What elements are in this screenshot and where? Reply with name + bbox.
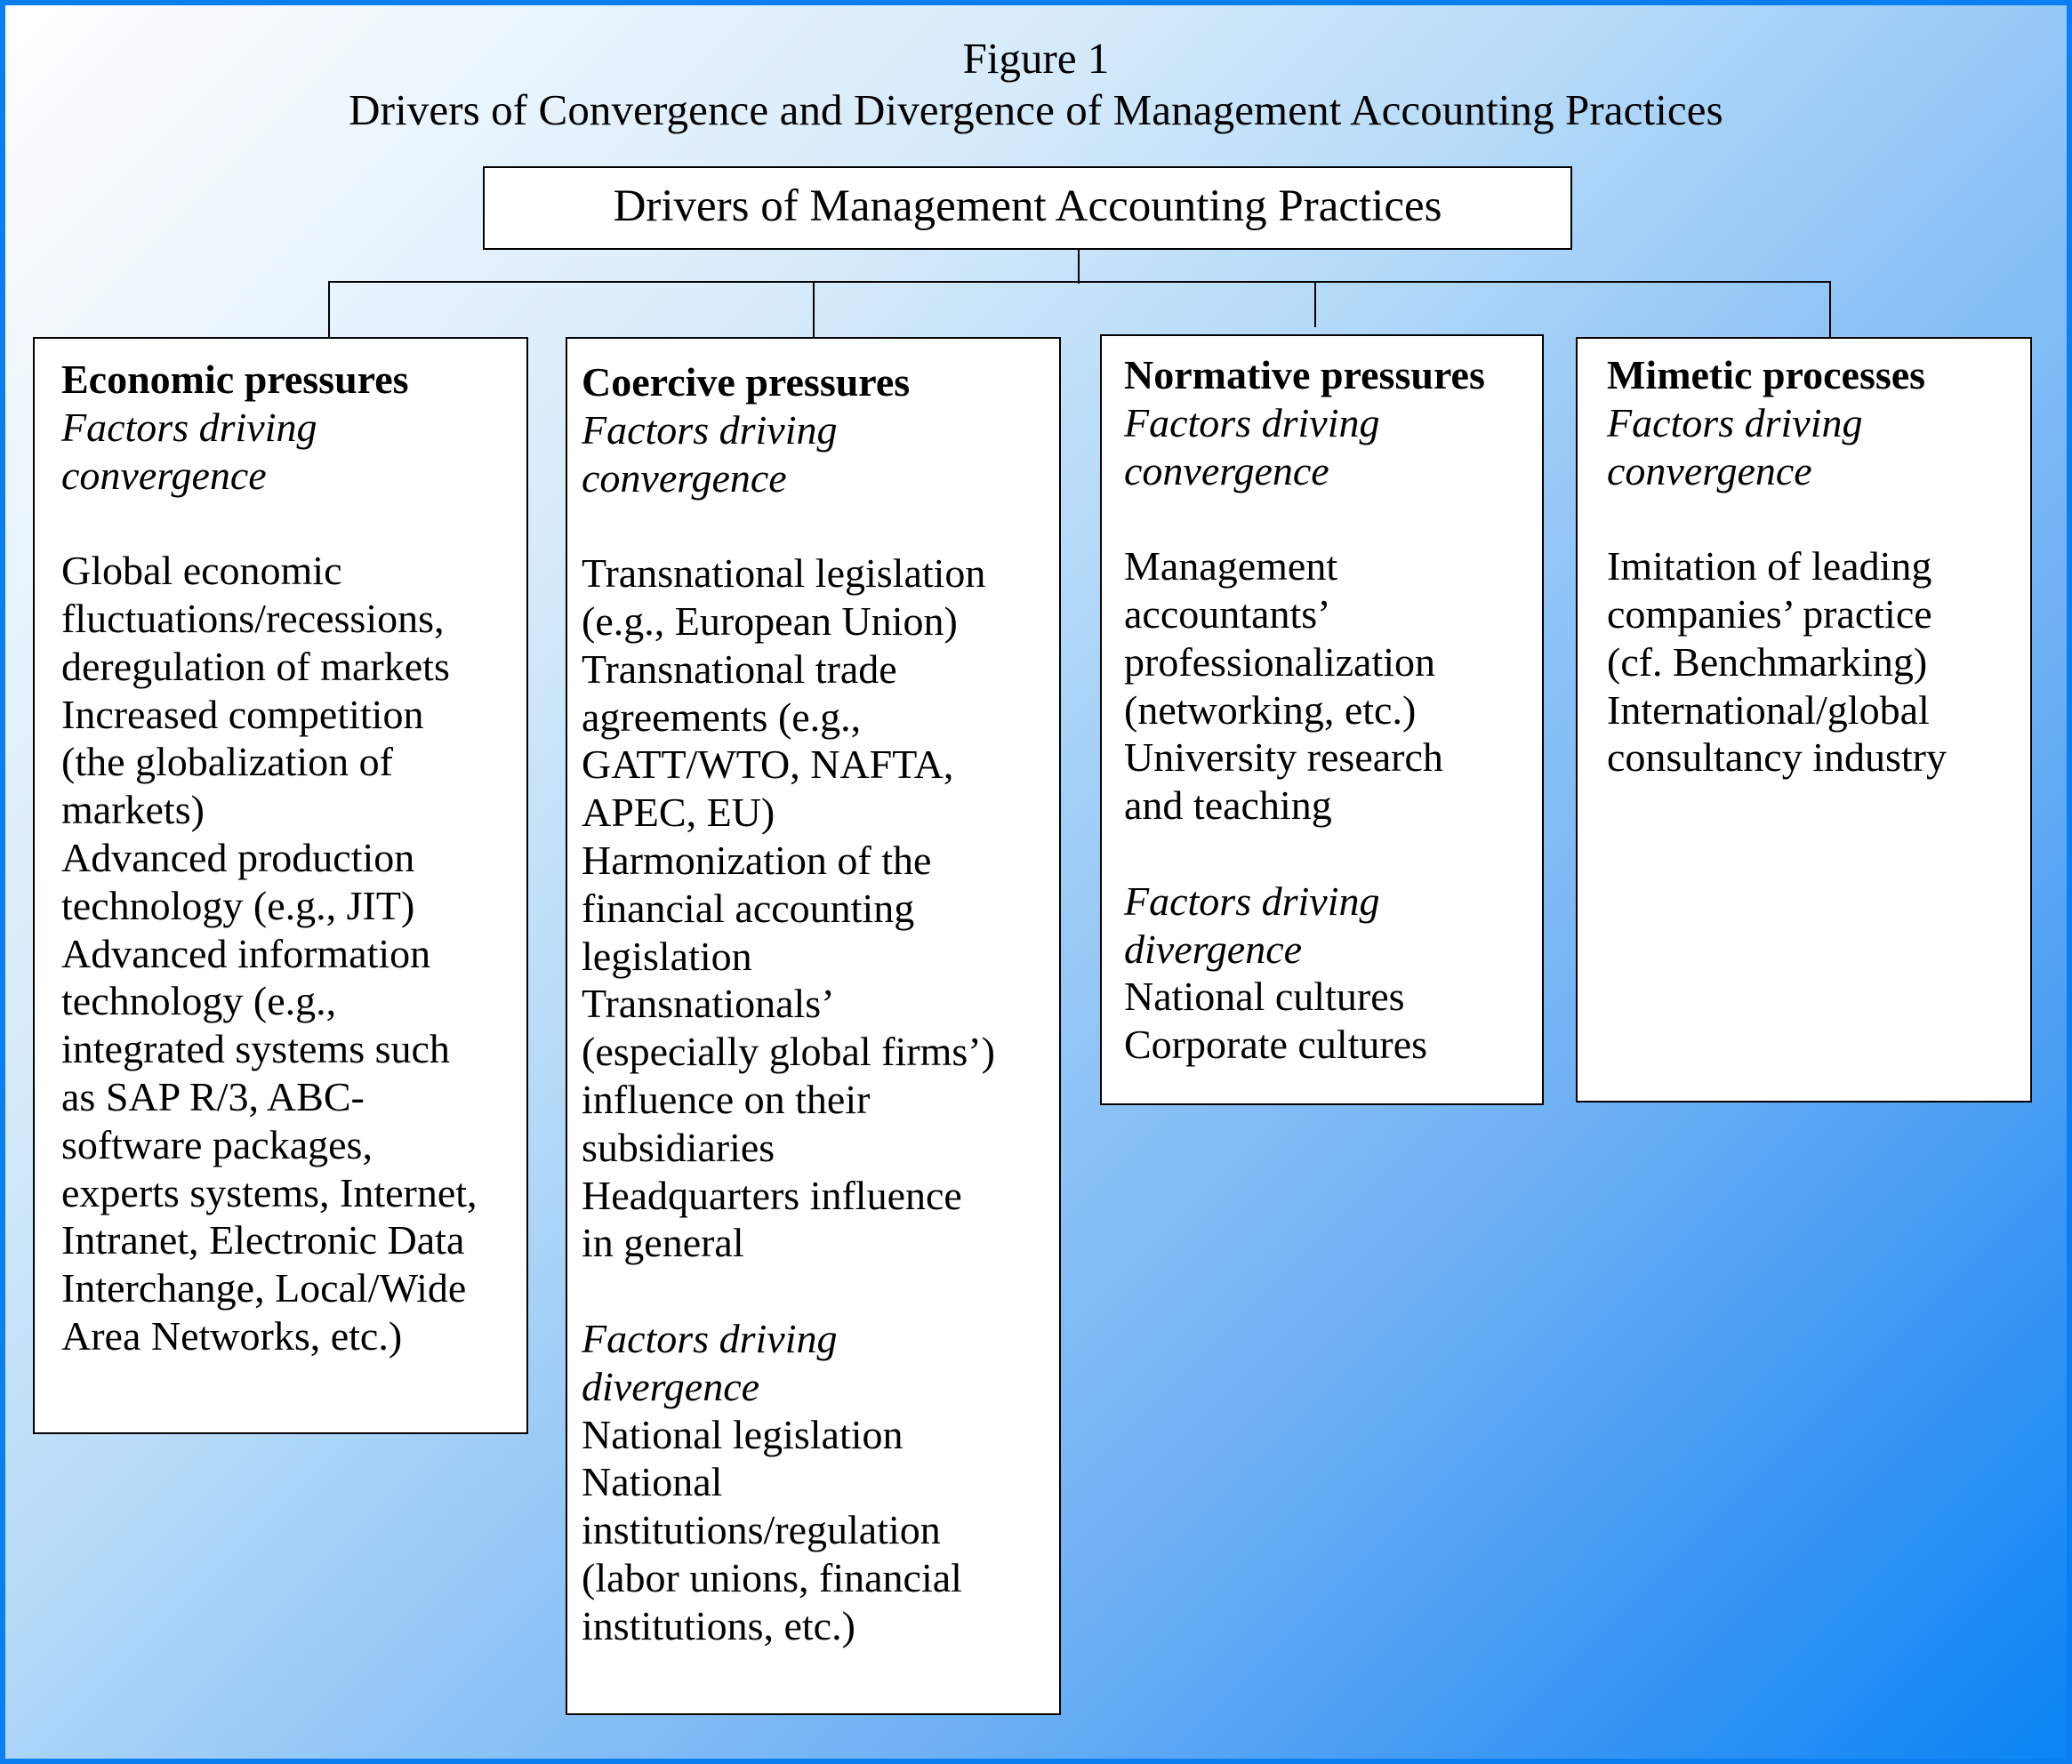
factor-item: consultancy industry	[1607, 734, 1947, 781]
factor-item: Increased competition	[61, 691, 424, 737]
figure-label: Figure 1	[962, 34, 1110, 83]
factor-item: Intranet, Electronic Data	[61, 1217, 465, 1263]
factor-item: Transnationals’	[582, 981, 835, 1027]
factors-subheading: convergence	[1124, 447, 1329, 493]
column-heading: Economic pressures	[61, 357, 409, 402]
connector-to-normative	[1314, 283, 1316, 327]
factor-item: as SAP R/3, ABC-	[61, 1073, 365, 1119]
factor-item: Harmonization of the	[582, 837, 932, 883]
figure-title: Drivers of Convergence and Divergence of…	[349, 85, 1723, 134]
node-mimetic-processes: Mimetic processes Factors driving converge…	[1576, 337, 2032, 1102]
factor-item: GATT/WTO, NAFTA,	[582, 742, 954, 788]
factor-item: experts systems, Internet,	[61, 1169, 478, 1215]
factor-item: technology (e.g.,	[61, 978, 337, 1024]
factors-subheading: Factors driving	[582, 406, 838, 453]
factor-item: (especially global firms’)	[582, 1029, 995, 1075]
factors-subheading: divergence	[1124, 926, 1303, 972]
factor-item: Advanced information	[61, 930, 431, 976]
column-heading: Normative pressures	[1124, 352, 1485, 397]
root-node-drivers: Drivers of Management Accounting Practic…	[483, 166, 1572, 250]
column-heading: Mimetic processes	[1607, 352, 1926, 397]
factor-item: (e.g., European Union)	[582, 597, 958, 644]
factor-item: Management	[1124, 543, 1338, 589]
factor-item: Advanced production	[61, 834, 415, 880]
node-economic-pressures: Economic pressures Factors driving converg…	[33, 337, 528, 1434]
factor-item: Headquarters influence	[582, 1172, 962, 1218]
factor-item: National legislation	[582, 1411, 903, 1457]
factor-item: fluctuations/recessions,	[61, 595, 445, 641]
factor-item: (labor unions, financial	[582, 1554, 962, 1600]
factor-item: National	[582, 1459, 723, 1505]
factor-item: software packages,	[61, 1121, 373, 1167]
factor-item: agreements (e.g.,	[582, 694, 862, 740]
factor-item: financial accounting	[582, 885, 915, 931]
factors-subheading: divergence	[582, 1363, 760, 1409]
factor-item: Imitation of leading	[1607, 543, 1932, 589]
factor-item: Interchange, Local/Wide	[61, 1265, 467, 1311]
factor-item: Transnational trade	[582, 645, 897, 692]
factor-item: technology (e.g., JIT)	[61, 882, 415, 928]
factor-item: (networking, etc.)	[1124, 686, 1417, 733]
factor-item: subsidiaries	[582, 1124, 775, 1170]
factor-item: deregulation of markets	[61, 643, 450, 689]
factor-item: Global economic	[61, 548, 342, 594]
factor-item: markets)	[61, 787, 205, 833]
factor-item: Corporate cultures	[1124, 1022, 1428, 1068]
factors-subheading: Factors driving	[1607, 399, 1863, 445]
factor-item: Transnational legislation	[582, 550, 986, 597]
node-normative-pressures: Normative pressures Factors driving conver…	[1100, 334, 1544, 1105]
factor-item: institutions/regulation	[582, 1507, 941, 1553]
column-heading: Coercive pressures	[582, 359, 911, 405]
factor-item: and teaching	[1124, 782, 1332, 829]
connector-to-coercive	[813, 281, 815, 345]
factor-item: legislation	[582, 933, 752, 979]
factors-subheading: Factors driving	[61, 404, 317, 450]
factor-item: Area Networks, etc.)	[61, 1312, 403, 1359]
factor-item: International/global	[1607, 686, 1930, 733]
factors-subheading: Factors driving	[1124, 878, 1380, 924]
connector-to-mimetic	[1829, 283, 1831, 337]
factor-item: (the globalization of	[61, 739, 393, 785]
node-content: Economic pressures Factors driving converg…	[61, 356, 478, 1360]
node-content: Normative pressures Factors driving conver…	[1124, 351, 1485, 1069]
factor-item: (cf. Benchmarking)	[1607, 638, 1928, 685]
node-coercive-pressures: Coercive pressures Factors driving converg…	[566, 337, 1061, 1715]
node-content: Coercive pressures Factors driving converg…	[582, 358, 995, 1650]
factors-subheading: convergence	[582, 454, 787, 501]
node-content: Mimetic processes Factors driving converge…	[1607, 351, 1947, 782]
factor-item: institutions, etc.)	[582, 1602, 855, 1648]
factors-subheading: Factors driving	[582, 1315, 838, 1361]
factor-item: APEC, EU)	[582, 790, 775, 836]
factors-subheading: convergence	[1607, 447, 1812, 493]
factors-subheading: convergence	[61, 452, 267, 498]
factor-item: professionalization	[1124, 638, 1436, 685]
root-node-label: Drivers of Management Accounting Practic…	[613, 181, 1442, 231]
factor-item: influence on their	[582, 1076, 871, 1122]
connector-root-stem	[1078, 250, 1080, 284]
factor-item: University research	[1124, 734, 1443, 781]
factor-item: companies’ practice	[1607, 590, 1932, 637]
factor-item: National cultures	[1124, 974, 1405, 1020]
factor-item: accountants’	[1124, 590, 1331, 637]
factor-item: in general	[582, 1220, 744, 1266]
factor-item: integrated systems such	[61, 1026, 450, 1072]
connector-to-economic	[328, 281, 330, 337]
factors-subheading: Factors driving	[1124, 399, 1380, 445]
connector-horizontal-bus	[328, 281, 1831, 283]
